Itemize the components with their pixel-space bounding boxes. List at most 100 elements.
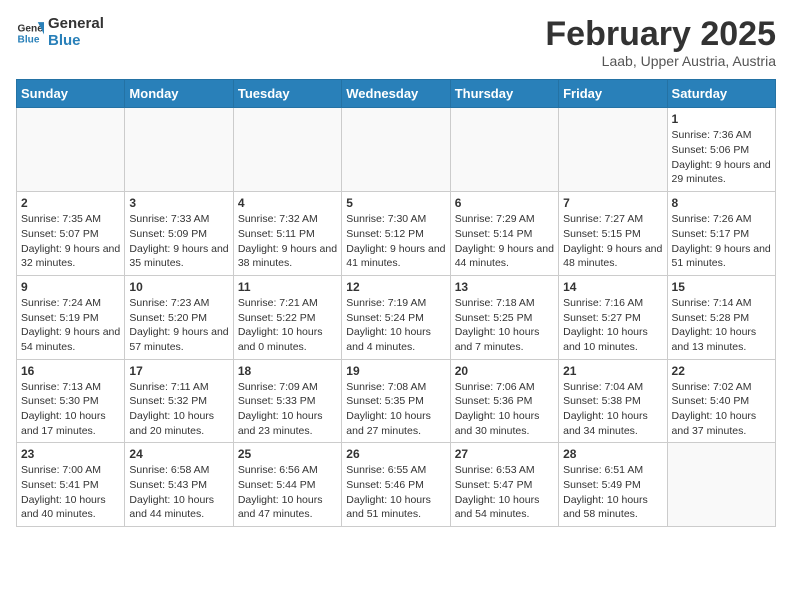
day-info: Sunrise: 7:02 AM Sunset: 5:40 PM Dayligh… [672,380,771,439]
calendar-cell: 16 Sunrise: 7:13 AM Sunset: 5:30 PM Dayli… [17,359,125,443]
calendar-cell: 12 Sunrise: 7:19 AM Sunset: 5:24 PM Dayli… [342,275,450,359]
calendar-cell: 10 Sunrise: 7:23 AM Sunset: 5:20 PM Dayli… [125,275,233,359]
calendar-cell: 25 Sunrise: 6:56 AM Sunset: 5:44 PM Dayli… [233,443,341,527]
day-info: Sunrise: 6:55 AM Sunset: 5:46 PM Dayligh… [346,463,445,522]
calendar-cell: 3Sunrise: 7:33 AM Sunset: 5:09 PM Daylig… [125,192,233,276]
day-info: Sunrise: 7:08 AM Sunset: 5:35 PM Dayligh… [346,380,445,439]
day-info: Sunrise: 7:11 AM Sunset: 5:32 PM Dayligh… [129,380,228,439]
calendar-cell [342,108,450,192]
logo-icon: General Blue [16,19,44,47]
calendar-cell: 8 Sunrise: 7:26 AM Sunset: 5:17 PM Daylig… [667,192,775,276]
day-info: Sunrise: 7:04 AM Sunset: 5:38 PM Dayligh… [563,380,662,439]
day-number: 11 [238,280,337,294]
day-number: 26 [346,447,445,461]
calendar-cell: 28 Sunrise: 6:51 AM Sunset: 5:49 PM Dayli… [559,443,667,527]
calendar-week-row: 9 Sunrise: 7:24 AM Sunset: 5:19 PM Daylig… [17,275,776,359]
day-info: Sunrise: 7:00 AM Sunset: 5:41 PM Dayligh… [21,463,120,522]
day-number: 15 [672,280,771,294]
day-number: 22 [672,364,771,378]
svg-text:Blue: Blue [18,34,40,45]
day-info: Sunrise: 7:19 AM Sunset: 5:24 PM Dayligh… [346,296,445,355]
weekday-header-wednesday: Wednesday [342,80,450,108]
day-number: 25 [238,447,337,461]
day-info: Sunrise: 7:13 AM Sunset: 5:30 PM Dayligh… [21,380,120,439]
day-number: 20 [455,364,554,378]
weekday-header-friday: Friday [559,80,667,108]
calendar-cell: 23 Sunrise: 7:00 AM Sunset: 5:41 PM Dayli… [17,443,125,527]
weekday-header-tuesday: Tuesday [233,80,341,108]
day-number: 6 [455,196,554,210]
day-number: 19 [346,364,445,378]
title-block: February 2025 Laab, Upper Austria, Austr… [545,16,776,69]
calendar-cell: 11 Sunrise: 7:21 AM Sunset: 5:22 PM Dayli… [233,275,341,359]
day-number: 16 [21,364,120,378]
calendar-cell [667,443,775,527]
calendar-cell: 27 Sunrise: 6:53 AM Sunset: 5:47 PM Dayli… [450,443,558,527]
day-info: Sunrise: 7:14 AM Sunset: 5:28 PM Dayligh… [672,296,771,355]
day-number: 2 [21,196,120,210]
day-number: 28 [563,447,662,461]
calendar-cell: 5 Sunrise: 7:30 AM Sunset: 5:12 PM Daylig… [342,192,450,276]
day-info: Sunrise: 7:21 AM Sunset: 5:22 PM Dayligh… [238,296,337,355]
day-info: Sunrise: 7:36 AM Sunset: 5:06 PM Dayligh… [672,128,771,187]
weekday-header-saturday: Saturday [667,80,775,108]
day-number: 7 [563,196,662,210]
day-number: 5 [346,196,445,210]
day-number: 8 [672,196,771,210]
day-number: 12 [346,280,445,294]
day-number: 24 [129,447,228,461]
calendar-table: SundayMondayTuesdayWednesdayThursdayFrid… [16,79,776,527]
day-info: Sunrise: 6:51 AM Sunset: 5:49 PM Dayligh… [563,463,662,522]
weekday-header-row: SundayMondayTuesdayWednesdayThursdayFrid… [17,80,776,108]
day-info: Sunrise: 7:35 AM Sunset: 5:07 PM Dayligh… [21,212,120,271]
day-info: Sunrise: 7:06 AM Sunset: 5:36 PM Dayligh… [455,380,554,439]
calendar-cell: 22 Sunrise: 7:02 AM Sunset: 5:40 PM Dayli… [667,359,775,443]
calendar-cell: 18 Sunrise: 7:09 AM Sunset: 5:33 PM Dayli… [233,359,341,443]
day-number: 10 [129,280,228,294]
calendar-cell: 13Sunrise: 7:18 AM Sunset: 5:25 PM Dayli… [450,275,558,359]
weekday-header-thursday: Thursday [450,80,558,108]
calendar-cell [559,108,667,192]
day-info: Sunrise: 7:24 AM Sunset: 5:19 PM Dayligh… [21,296,120,355]
day-number: 4 [238,196,337,210]
day-number: 14 [563,280,662,294]
calendar-cell [125,108,233,192]
day-number: 27 [455,447,554,461]
day-info: Sunrise: 7:16 AM Sunset: 5:27 PM Dayligh… [563,296,662,355]
calendar-cell: 17 Sunrise: 7:11 AM Sunset: 5:32 PM Dayli… [125,359,233,443]
calendar-cell: 20 Sunrise: 7:06 AM Sunset: 5:36 PM Dayli… [450,359,558,443]
day-info: Sunrise: 6:56 AM Sunset: 5:44 PM Dayligh… [238,463,337,522]
day-number: 17 [129,364,228,378]
calendar-cell: 14 Sunrise: 7:16 AM Sunset: 5:27 PM Dayli… [559,275,667,359]
day-number: 23 [21,447,120,461]
day-info: Sunrise: 7:27 AM Sunset: 5:15 PM Dayligh… [563,212,662,271]
day-info: Sunrise: 7:30 AM Sunset: 5:12 PM Dayligh… [346,212,445,271]
calendar-cell: 26 Sunrise: 6:55 AM Sunset: 5:46 PM Dayli… [342,443,450,527]
day-number: 21 [563,364,662,378]
calendar-cell [17,108,125,192]
calendar-cell [233,108,341,192]
day-info: Sunrise: 7:18 AM Sunset: 5:25 PM Dayligh… [455,296,554,355]
calendar-cell: 2 Sunrise: 7:35 AM Sunset: 5:07 PM Daylig… [17,192,125,276]
calendar-cell: 19 Sunrise: 7:08 AM Sunset: 5:35 PM Dayli… [342,359,450,443]
day-info: Sunrise: 7:09 AM Sunset: 5:33 PM Dayligh… [238,380,337,439]
calendar-cell: 4Sunrise: 7:32 AM Sunset: 5:11 PM Daylig… [233,192,341,276]
calendar-cell [450,108,558,192]
day-number: 1 [672,112,771,126]
page: General Blue General Blue February 2025 … [0,0,792,543]
logo: General Blue General Blue [16,16,104,49]
calendar-cell: 1 Sunrise: 7:36 AM Sunset: 5:06 PM Daylig… [667,108,775,192]
calendar-week-row: 23 Sunrise: 7:00 AM Sunset: 5:41 PM Dayli… [17,443,776,527]
day-info: Sunrise: 7:26 AM Sunset: 5:17 PM Dayligh… [672,212,771,271]
day-number: 18 [238,364,337,378]
day-info: Sunrise: 7:29 AM Sunset: 5:14 PM Dayligh… [455,212,554,271]
month-year-title: February 2025 [545,16,776,53]
day-number: 9 [21,280,120,294]
day-info: Sunrise: 6:53 AM Sunset: 5:47 PM Dayligh… [455,463,554,522]
day-info: Sunrise: 7:33 AM Sunset: 5:09 PM Dayligh… [129,212,228,271]
day-info: Sunrise: 7:23 AM Sunset: 5:20 PM Dayligh… [129,296,228,355]
calendar-week-row: 16 Sunrise: 7:13 AM Sunset: 5:30 PM Dayli… [17,359,776,443]
logo-blue-text: Blue [48,33,104,50]
calendar-cell: 7 Sunrise: 7:27 AM Sunset: 5:15 PM Daylig… [559,192,667,276]
calendar-week-row: 2 Sunrise: 7:35 AM Sunset: 5:07 PM Daylig… [17,192,776,276]
